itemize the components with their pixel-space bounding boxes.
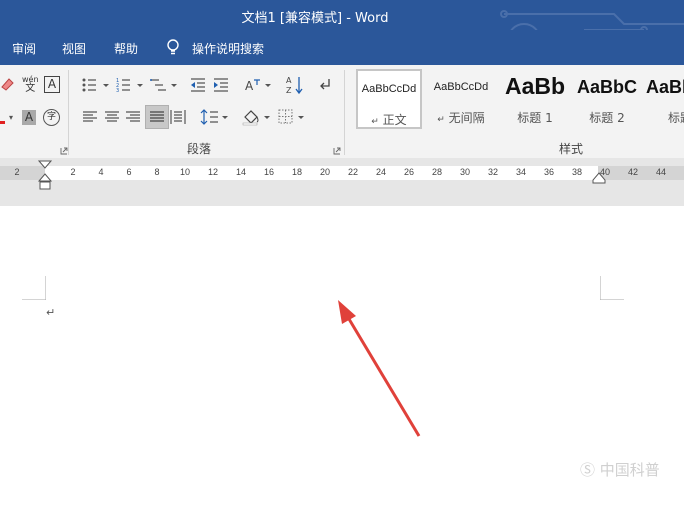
- indent-markers-icon[interactable]: [38, 160, 52, 190]
- ruler-tick-label: 20: [319, 167, 330, 177]
- enclose-characters-icon[interactable]: 字: [43, 109, 60, 126]
- ruler-tick-label: 28: [431, 167, 442, 177]
- style-normal[interactable]: AaBbCcDd ↵ 正文: [356, 69, 422, 129]
- bullets-icon[interactable]: [82, 77, 110, 93]
- ruler-tick-label: 10: [179, 167, 190, 177]
- sort-icon[interactable]: A Z: [286, 75, 304, 95]
- decrease-indent-icon[interactable]: [190, 77, 206, 93]
- font-dialog-launcher-icon[interactable]: [60, 147, 68, 155]
- styles-group-label: 样式: [559, 142, 584, 156]
- ruler-tick-label: 4: [98, 167, 104, 177]
- style-preview: AaBbCcDd: [361, 83, 417, 95]
- ruler-tick-label: 42: [627, 167, 638, 177]
- dropdown-arrow-icon[interactable]: ▾: [9, 113, 13, 122]
- style-preview: AaBb: [646, 77, 684, 97]
- style-title[interactable]: AaBb 标题: [646, 69, 684, 129]
- ruler-tick-label: 2: [70, 167, 76, 177]
- svg-text:Z: Z: [286, 86, 292, 95]
- ruler-tick-label: 32: [487, 167, 498, 177]
- paragraph-group-label: 段落: [187, 142, 212, 156]
- group-separator: [344, 70, 345, 155]
- ribbon-tab-bar: 审阅 视图 帮助 操作说明搜索: [0, 30, 684, 65]
- horizontal-ruler: 2 2 4 6 8 10 12 14 16 18 20 22 24 26 28 30 32 34 36 38 40 42 4…: [0, 158, 684, 206]
- ruler-tick-label: 26: [403, 167, 414, 177]
- ruler-tick-label: 2: [14, 167, 20, 177]
- style-name: ↵ 正文: [371, 113, 407, 127]
- margin-corner-top-left: [22, 276, 46, 300]
- style-preview: AaBbC: [576, 77, 637, 97]
- phonetic-guide-icon[interactable]: wén 文: [22, 75, 39, 94]
- style-preview: AaBbCcDd: [433, 81, 489, 93]
- ruler-tick-label: 8: [154, 167, 160, 177]
- ruler-tick-label: 12: [207, 167, 218, 177]
- tell-me-search[interactable]: 操作说明搜索: [192, 40, 264, 57]
- numbering-icon[interactable]: 123: [116, 77, 144, 93]
- paragraph-mark: ↵: [46, 306, 56, 319]
- justify-icon: [150, 111, 164, 122]
- font-color-bar: [0, 121, 5, 124]
- right-indent-marker-icon[interactable]: [592, 172, 606, 184]
- tab-help[interactable]: 帮助: [114, 40, 138, 57]
- svg-text:A: A: [286, 76, 292, 85]
- character-shading-icon[interactable]: A: [22, 110, 36, 125]
- character-border-icon[interactable]: A: [44, 76, 60, 93]
- style-no-spacing[interactable]: AaBbCcDd ↵ 无间隔: [428, 69, 494, 129]
- distributed-icon[interactable]: [170, 109, 186, 125]
- align-center-icon[interactable]: [104, 110, 120, 124]
- increase-indent-icon[interactable]: [213, 77, 229, 93]
- ruler-tick-label: 38: [571, 167, 582, 177]
- ruler-tick-label: 14: [235, 167, 246, 177]
- svg-text:3: 3: [116, 88, 119, 93]
- ruler-tick-label: 16: [263, 167, 274, 177]
- style-name: 标题 1: [517, 111, 553, 125]
- tab-review[interactable]: 审阅: [12, 40, 36, 57]
- style-heading-1[interactable]: AaBb 标题 1: [502, 69, 568, 129]
- align-left-icon[interactable]: [82, 110, 98, 124]
- text-highlight-icon[interactable]: [0, 77, 16, 91]
- shading-icon[interactable]: [242, 108, 272, 126]
- svg-text:A: A: [245, 79, 254, 93]
- lightbulb-icon: [167, 39, 179, 55]
- style-name: 标题 2: [589, 111, 625, 125]
- ruler-tick-label: 30: [459, 167, 470, 177]
- paragraph-dialog-launcher-icon[interactable]: [333, 147, 341, 155]
- styles-gallery: AaBbCcDd ↵ 正文 AaBbCcDd ↵ 无间隔 AaBb 标题 1 A…: [354, 69, 684, 131]
- line-spacing-icon[interactable]: [200, 109, 230, 125]
- watermark: Ⓢ 中国科普: [580, 461, 660, 479]
- multilevel-list-icon[interactable]: [150, 77, 178, 93]
- style-heading-2[interactable]: AaBbC 标题 2: [574, 69, 640, 129]
- ruler-tick-label: 36: [543, 167, 554, 177]
- chinese-layout-icon[interactable]: A: [244, 77, 272, 93]
- ruler-tick-label: 18: [291, 167, 302, 177]
- justify-button[interactable]: [145, 105, 169, 129]
- ruler-tick-label: 44: [655, 167, 666, 177]
- margin-corner-top-right: [600, 276, 624, 300]
- style-name: ↵ 无间隔: [437, 111, 485, 125]
- red-arrow-annotation: [338, 300, 421, 437]
- ruler-tick-label: 24: [375, 167, 386, 177]
- ruler-tick-label: 6: [126, 167, 132, 177]
- align-right-icon[interactable]: [125, 110, 141, 124]
- show-paragraph-marks-icon[interactable]: [318, 77, 332, 93]
- style-preview: AaBb: [504, 73, 566, 99]
- group-separator: [68, 70, 69, 155]
- ruler-tick-label: 34: [515, 167, 526, 177]
- borders-icon[interactable]: [278, 109, 306, 125]
- ribbon: wén 文 A ▾ A 字 123 A A Z 段落 AaBbCcDd ↵ 正文…: [0, 65, 684, 159]
- ruler-tick-label: 22: [347, 167, 358, 177]
- style-name: 标题: [668, 111, 684, 125]
- tab-view[interactable]: 视图: [62, 40, 86, 57]
